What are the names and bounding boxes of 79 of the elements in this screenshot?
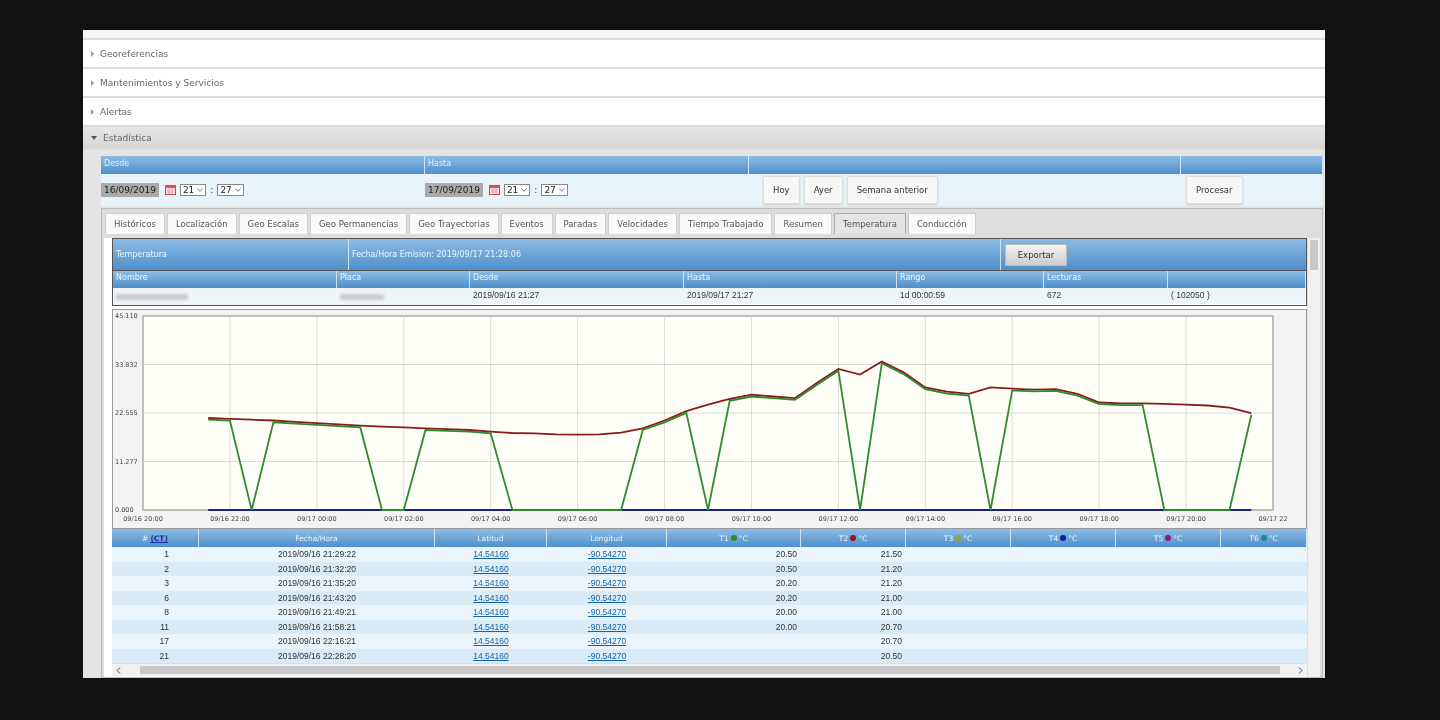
blurred-text xyxy=(116,293,188,300)
table-cell: 20.50 xyxy=(667,547,801,562)
table-cell: 3 xyxy=(112,576,199,591)
report-title: Temperatura xyxy=(113,239,349,270)
table-cell: 8 xyxy=(112,605,199,620)
chevron-down-icon xyxy=(197,188,204,192)
column-header: Rango xyxy=(897,271,1044,288)
column-header: Hasta xyxy=(684,271,897,288)
table-cell: 20.70 xyxy=(801,634,906,649)
column-header: Placa xyxy=(337,271,470,288)
accordion-title: Alertas xyxy=(100,106,132,117)
date-range-button[interactable]: Ayer xyxy=(803,176,843,204)
column-header: Lecturas xyxy=(1044,271,1168,288)
column-header: Desde xyxy=(470,271,684,288)
table-cell: 2019/09/17 21:27 xyxy=(684,288,897,304)
table-cell: 21.00 xyxy=(801,605,906,620)
report-tab[interactable]: Localización xyxy=(166,213,237,234)
minute-select[interactable]: 27 xyxy=(541,184,568,196)
table-cell: 2019/09/16 21:35:20 xyxy=(199,576,435,591)
scrollbar-thumb[interactable] xyxy=(1310,240,1318,270)
caret-icon xyxy=(91,108,94,115)
chevron-down-icon xyxy=(521,188,528,192)
report-tab[interactable]: Temperatura xyxy=(833,213,906,234)
date-field[interactable]: 16/09/2019 xyxy=(101,183,159,197)
table-cell: 1d 00:00:59 xyxy=(897,288,1044,304)
calendar-icon[interactable] xyxy=(488,185,500,195)
table-cell: 672 xyxy=(1044,288,1168,304)
report-tab[interactable]: Paradas xyxy=(554,213,607,234)
report-tab[interactable]: Eventos xyxy=(500,213,553,234)
date-field[interactable]: 17/09/2019 xyxy=(425,183,483,197)
accordion-title: Estadística xyxy=(103,132,152,143)
table-cell: 2019/09/16 21:27 xyxy=(470,288,684,304)
process-button[interactable]: Procesar xyxy=(1186,176,1243,204)
table-cell: 2019/09/16 21:49:21 xyxy=(199,605,435,620)
report-tab[interactable]: Velocidades xyxy=(608,213,677,234)
vertical-scrollbar[interactable] xyxy=(1307,238,1320,677)
accordion-title: Georeferencias xyxy=(100,48,169,59)
report-tab[interactable]: Conducción xyxy=(907,213,976,234)
table-cell: 1 xyxy=(112,547,199,562)
report-tab[interactable]: Geo Permanencias xyxy=(309,213,408,234)
horizontal-scrollbar[interactable] xyxy=(112,663,1307,676)
report-tab[interactable]: Resumen xyxy=(774,213,832,234)
report-tab[interactable]: Geo Trayectorias xyxy=(409,213,499,234)
table-cell: 20.00 xyxy=(667,605,801,620)
accordion-header[interactable]: Mantenimientos y Servicios xyxy=(83,69,1325,98)
caret-icon xyxy=(91,135,97,140)
table-cell: 21.20 xyxy=(801,576,906,591)
minute-select[interactable]: 27 xyxy=(217,184,244,196)
table-cell: 21.50 xyxy=(801,547,906,562)
accordion-header[interactable]: Georeferencias xyxy=(83,40,1325,69)
chevron-down-icon xyxy=(558,188,565,192)
accordion-header[interactable]: Alertas xyxy=(83,98,1325,127)
chevron-down-icon xyxy=(234,188,241,192)
accordion-title: Mantenimientos y Servicios xyxy=(100,77,224,88)
table-cell: 20.20 xyxy=(667,576,801,591)
report-tab[interactable]: Tiempo Trabajado xyxy=(678,213,773,234)
caret-icon xyxy=(91,50,94,57)
table-cell: 2019/09/16 22:16:21 xyxy=(199,634,435,649)
caret-icon xyxy=(91,79,94,86)
column-header: Nombre xyxy=(113,271,337,288)
accordion-header[interactable]: Estadística xyxy=(83,127,1325,150)
time-separator: : xyxy=(210,185,214,195)
time-separator: : xyxy=(534,185,538,195)
table-cell: 17 xyxy=(112,634,199,649)
table-cell: ( 102050 ) xyxy=(1168,288,1306,304)
hour-select[interactable]: 21 xyxy=(179,184,207,196)
date-range-button[interactable]: Hoy xyxy=(763,176,800,204)
report-tab[interactable]: Históricos xyxy=(105,213,165,234)
scroll-right-icon[interactable] xyxy=(1298,666,1303,674)
calendar-icon[interactable] xyxy=(164,185,176,195)
report-tab[interactable]: Geo Escalas xyxy=(238,213,308,234)
date-range-button[interactable]: Semana anterior xyxy=(846,176,938,204)
scrollbar-thumb[interactable] xyxy=(139,666,1280,674)
emission-date: Fecha/Hora Emision: 2019/09/17 21:28:06 xyxy=(349,239,1001,270)
hour-select[interactable]: 21 xyxy=(503,184,531,196)
scroll-left-icon[interactable] xyxy=(116,666,121,674)
blurred-text xyxy=(340,293,384,300)
table-cell: 2019/09/16 21:29:22 xyxy=(199,547,435,562)
export-button[interactable]: Exportar xyxy=(1005,244,1067,266)
